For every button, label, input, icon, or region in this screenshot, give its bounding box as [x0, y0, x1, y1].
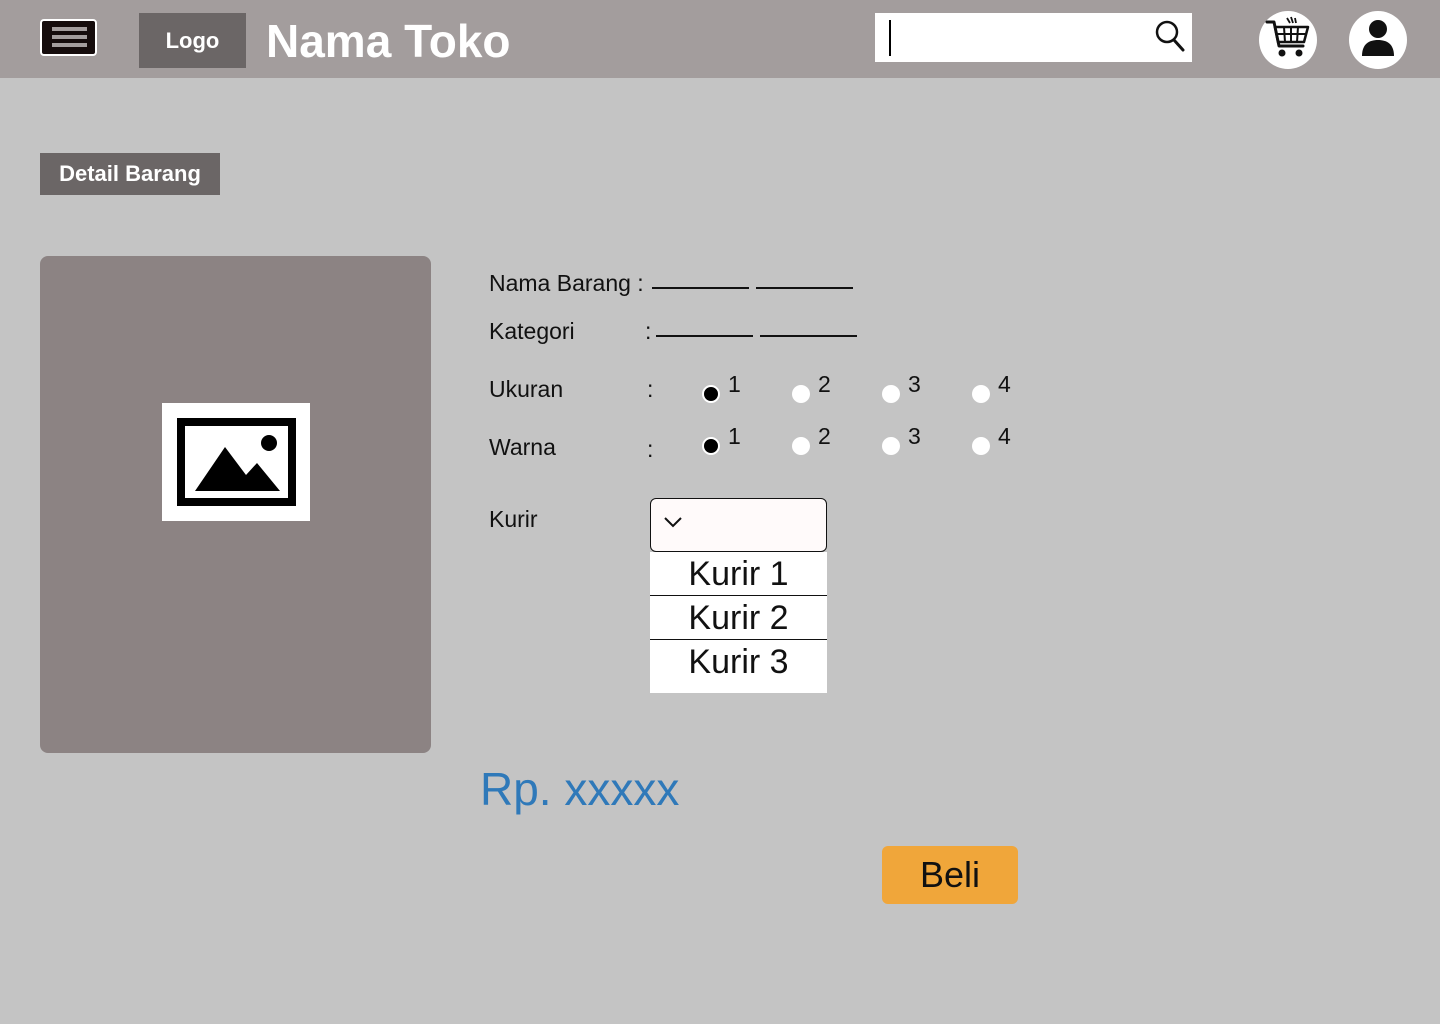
- logo-label: Logo: [165, 27, 220, 53]
- kurir-dropdown-list: Kurir 1 Kurir 2 Kurir 3: [650, 552, 827, 693]
- search-icon[interactable]: [1154, 19, 1186, 53]
- ukuran-option-label: 2: [818, 371, 831, 397]
- image-placeholder-icon: [162, 403, 310, 521]
- kurir-option-3[interactable]: Kurir 3: [650, 640, 827, 684]
- kurir-option-1[interactable]: Kurir 1: [650, 552, 827, 596]
- radio-checked-icon: [702, 385, 720, 403]
- radio-unchecked-icon: [972, 385, 990, 403]
- nama-barang-value-line-2: [756, 287, 853, 289]
- product-image: [40, 256, 431, 753]
- ukuran-option-label: 3: [908, 371, 921, 397]
- ukuran-label: Ukuran: [489, 376, 564, 402]
- radio-checked-icon: [702, 437, 720, 455]
- search-input[interactable]: [875, 13, 1192, 62]
- chevron-down-icon: [663, 515, 683, 534]
- warna-option-label: 1: [728, 423, 741, 449]
- kurir-select[interactable]: [650, 498, 827, 552]
- warna-option-label: 4: [998, 423, 1011, 449]
- kurir-option-2[interactable]: Kurir 2: [650, 596, 827, 640]
- kategori-value-line-2: [760, 335, 857, 337]
- store-name: Nama Toko: [266, 15, 511, 67]
- radio-unchecked-icon: [882, 437, 900, 455]
- radio-unchecked-icon: [792, 385, 810, 403]
- section-title: Detail Barang: [40, 153, 220, 195]
- radio-unchecked-icon: [792, 437, 810, 455]
- kategori-colon: :: [645, 318, 652, 344]
- warna-option-label: 2: [818, 423, 831, 449]
- section-title-label: Detail Barang: [59, 161, 201, 186]
- ukuran-option-label: 4: [998, 371, 1011, 397]
- user-icon: [1361, 19, 1395, 62]
- kategori-value-line: [656, 335, 753, 337]
- top-header: Logo Nama Toko: [0, 0, 1440, 78]
- cart-button[interactable]: [1259, 11, 1317, 69]
- kategori-label: Kategori: [489, 318, 575, 344]
- radio-unchecked-icon: [882, 385, 900, 403]
- cart-icon: [1265, 16, 1311, 65]
- ukuran-colon: :: [647, 376, 654, 402]
- price: Rp. xxxxx: [480, 763, 680, 815]
- ukuran-option-label: 1: [728, 371, 741, 397]
- warna-option-label: 3: [908, 423, 921, 449]
- nama-barang-label: Nama Barang :: [489, 270, 644, 296]
- nama-barang-value-line: [652, 287, 749, 289]
- profile-button[interactable]: [1349, 11, 1407, 69]
- logo[interactable]: Logo: [139, 13, 246, 68]
- text-cursor: [889, 20, 891, 56]
- warna-label: Warna: [489, 434, 556, 460]
- kurir-label: Kurir: [489, 506, 538, 532]
- warna-colon: :: [647, 436, 654, 462]
- menu-button[interactable]: [40, 19, 97, 56]
- buy-button[interactable]: Beli: [882, 846, 1018, 904]
- radio-unchecked-icon: [972, 437, 990, 455]
